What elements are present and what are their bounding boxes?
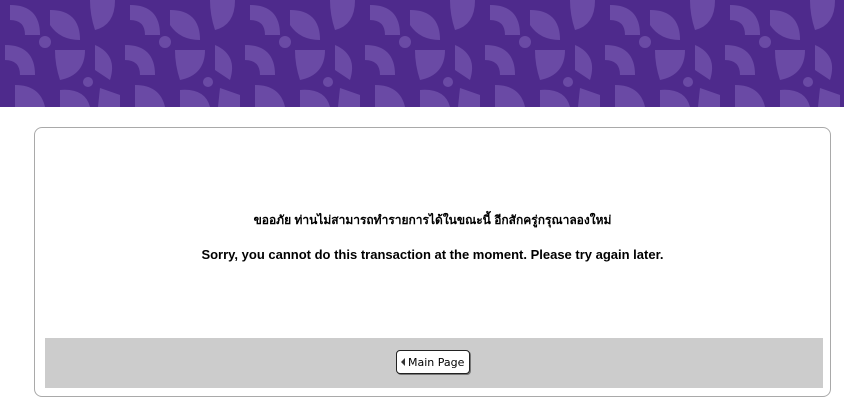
left-triangle-icon bbox=[401, 358, 405, 366]
main-page-button[interactable]: Main Page bbox=[396, 350, 471, 374]
footer-bar: Main Page bbox=[45, 338, 823, 388]
error-message-english: Sorry, you cannot do this transaction at… bbox=[201, 247, 664, 262]
error-message-thai: ขออภัย ท่านไม่สามารถทำรายการได้ในขณะนี้ … bbox=[253, 213, 612, 227]
main-page-button-label: Main Page bbox=[408, 355, 465, 369]
message-card: ขออภัย ท่านไม่สามารถทำรายการได้ในขณะนี้ … bbox=[34, 127, 831, 397]
banner-pattern bbox=[0, 0, 844, 107]
header-banner bbox=[0, 0, 844, 107]
